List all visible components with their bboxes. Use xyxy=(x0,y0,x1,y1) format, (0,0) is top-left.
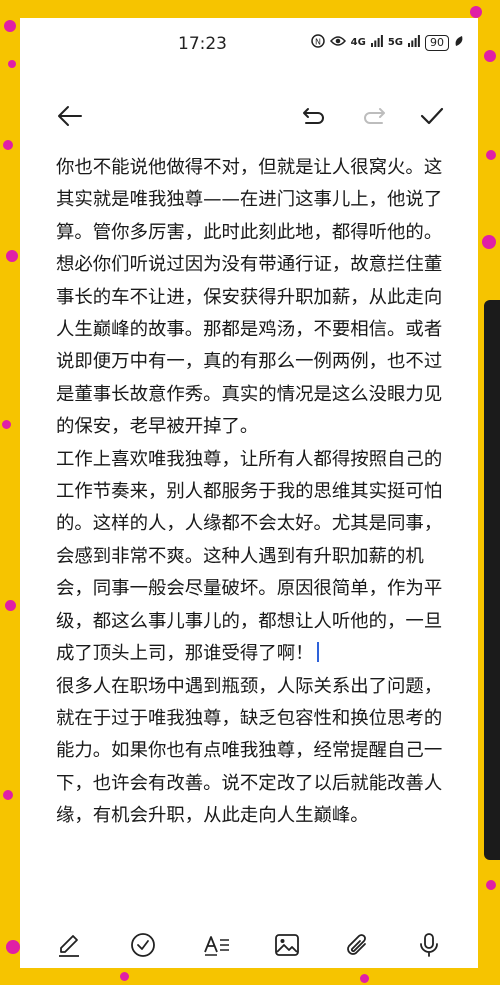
bg-dot xyxy=(8,60,16,68)
text-format-icon xyxy=(204,936,229,956)
nfc-icon: N xyxy=(310,34,325,51)
pen-icon xyxy=(59,935,79,957)
leaf-icon xyxy=(454,35,464,50)
bg-dot xyxy=(3,790,13,800)
attachment-button[interactable] xyxy=(340,928,374,962)
redo-button[interactable] xyxy=(356,98,392,134)
phone-screen: 17:23 N 4G 5G 90 你也不能说他做得不对，但就是让人很窝火。这其实… xyxy=(20,18,478,968)
status-icons: N 4G 5G 90 xyxy=(310,34,464,51)
bottom-toolbar xyxy=(20,924,478,968)
bg-dot xyxy=(4,20,16,32)
bg-dot xyxy=(6,940,20,954)
redo-icon xyxy=(364,108,385,124)
bg-dot xyxy=(360,974,369,983)
bg-dot xyxy=(486,150,496,160)
background-photo-edge xyxy=(484,300,500,860)
status-bar: 17:23 N 4G 5G 90 xyxy=(20,18,478,68)
bg-dot xyxy=(120,972,129,981)
network-5g-label: 5G xyxy=(387,37,403,48)
back-button[interactable] xyxy=(52,98,88,134)
microphone-icon xyxy=(420,933,438,957)
signal-icon xyxy=(370,35,383,50)
bg-dot xyxy=(484,50,496,62)
text-format-button[interactable] xyxy=(200,928,234,962)
bg-dot xyxy=(3,140,13,150)
undo-icon xyxy=(303,108,324,124)
attachment-icon xyxy=(347,934,366,955)
note-body[interactable]: 你也不能说他做得不对，但就是让人很窝火。这其实就是唯我独尊——在进门这事儿上，他… xyxy=(56,152,456,833)
eye-icon xyxy=(329,35,346,50)
note-paragraph[interactable]: 你也不能说他做得不对，但就是让人很窝火。这其实就是唯我独尊——在进门这事儿上，他… xyxy=(56,152,456,249)
text-cursor xyxy=(317,642,320,663)
signal-icon xyxy=(408,35,420,50)
bg-dot xyxy=(2,420,11,429)
bg-dot xyxy=(6,250,18,262)
status-time: 17:23 xyxy=(178,34,227,54)
bg-dot xyxy=(470,6,482,18)
note-paragraph-text: 工作上喜欢唯我独尊，让所有人都得按照自己的工作节奏来，别人都服务于我的思维其实挺… xyxy=(56,448,443,665)
done-button[interactable] xyxy=(414,98,450,134)
voice-input-button[interactable] xyxy=(412,928,446,962)
back-arrow-icon xyxy=(58,106,82,126)
insert-image-button[interactable] xyxy=(270,928,304,962)
bg-dot xyxy=(5,600,16,611)
handwriting-button[interactable] xyxy=(52,928,86,962)
svg-text:N: N xyxy=(315,38,321,47)
check-icon xyxy=(420,107,444,125)
checklist-icon xyxy=(131,933,155,957)
image-icon xyxy=(275,934,299,956)
battery-level: 90 xyxy=(425,34,449,51)
network-4g-label: 4G xyxy=(350,37,366,48)
note-paragraph[interactable]: 工作上喜欢唯我独尊，让所有人都得按照自己的工作节奏来，别人都服务于我的思维其实挺… xyxy=(56,444,456,671)
editor-toolbar xyxy=(20,88,478,144)
checklist-button[interactable] xyxy=(126,928,160,962)
undo-button[interactable] xyxy=(296,98,332,134)
bg-dot xyxy=(482,235,496,249)
note-paragraph[interactable]: 想必你们听说过因为没有带通行证，故意拦住董事长的车不让进，保安获得升职加薪，从此… xyxy=(56,249,456,443)
note-paragraph[interactable]: 很多人在职场中遇到瓶颈，人际关系出了问题，就在于过于唯我独尊，缺乏包容性和换位思… xyxy=(56,671,456,833)
bg-dot xyxy=(486,880,496,890)
